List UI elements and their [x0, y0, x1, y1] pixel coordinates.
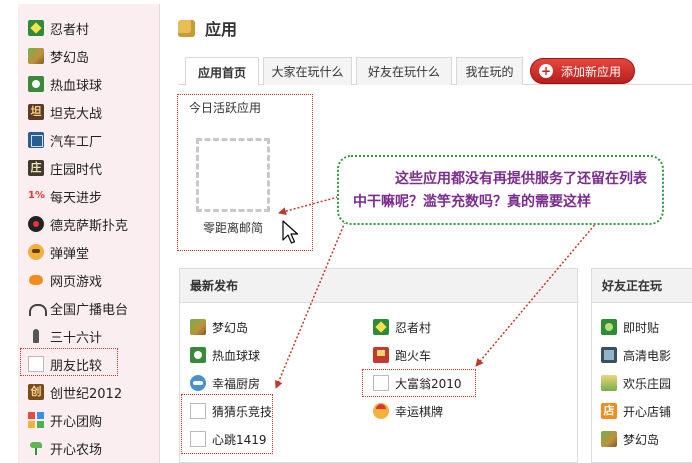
arrow-to-latest-col1 — [274, 221, 346, 389]
annotation-text: 这些应用都没有再提供服务了还留在列表中干嘛呢？滥竽充数吗？真的需要这样 — [353, 171, 647, 210]
annotation-arrows — [274, 196, 598, 389]
arrow-to-monopoly — [475, 221, 598, 367]
annotation-bubble: 这些应用都没有再提供服务了还留在列表中干嘛呢？滥竽充数吗？真的需要这样 — [337, 155, 664, 225]
arrow-to-today-app — [278, 196, 339, 216]
